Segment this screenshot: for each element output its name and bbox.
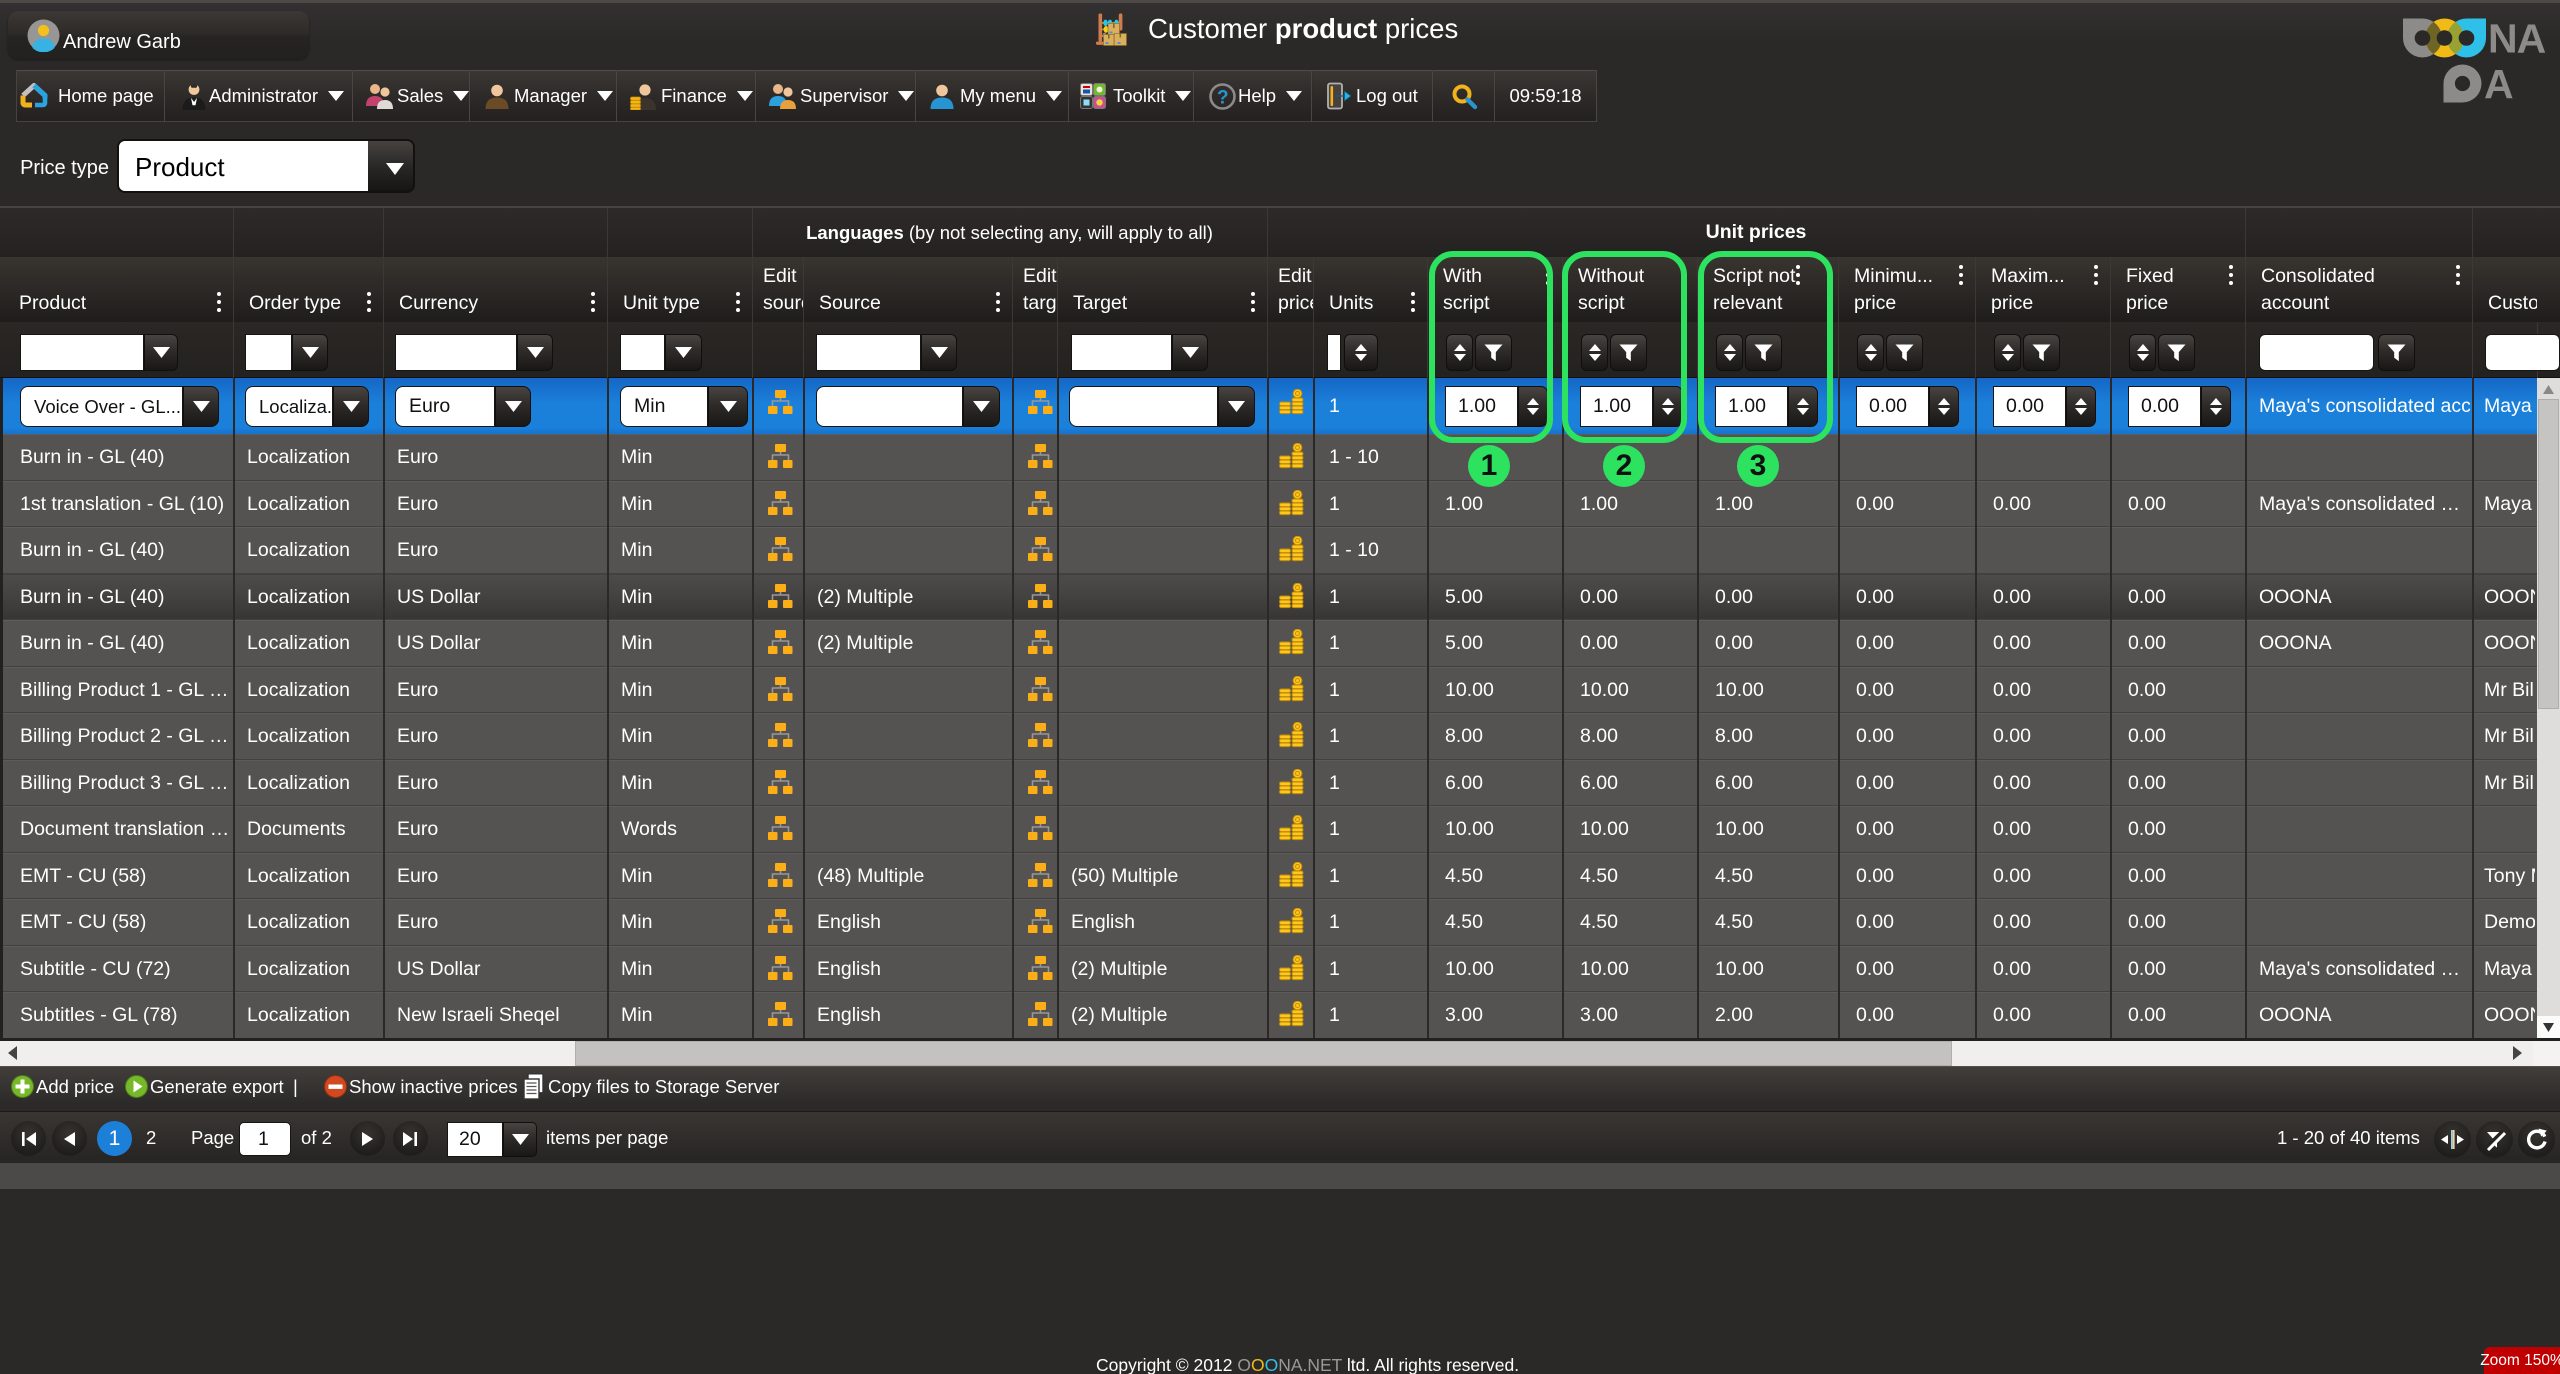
svg-text:NA: NA (2488, 17, 2546, 62)
svg-text:A: A (2484, 61, 2514, 107)
svg-text:?: ? (1217, 88, 1229, 109)
